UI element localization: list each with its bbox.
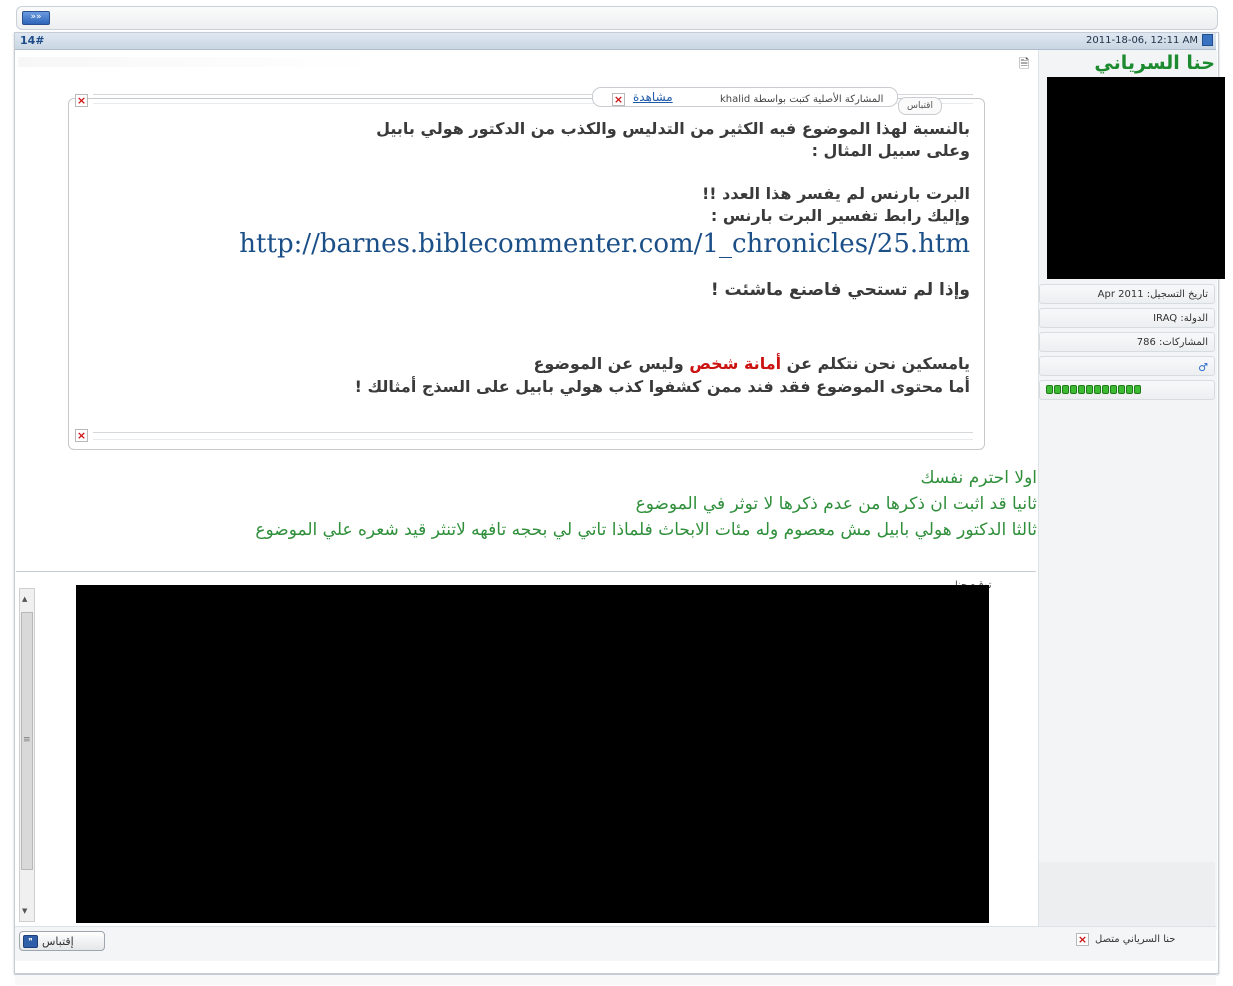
quote-text: يامسكين نحن نتكلم عن: [781, 354, 970, 373]
reputation-row: [1039, 380, 1215, 400]
post-count-row: المشاركات: 786: [1039, 332, 1215, 352]
reputation-pip: [1134, 385, 1141, 394]
quote-line: وإذا لم تستحي فاصنع ماشئت !: [710, 280, 970, 300]
scroll-up-arrow-icon[interactable]: ▲: [22, 595, 27, 603]
quote-line: بالنسبة لهذا الموضوع فيه الكثير من التدل…: [376, 119, 970, 138]
broken-image-icon: ×: [75, 429, 88, 442]
reputation-pip: [1062, 385, 1069, 394]
user-avatar: [1047, 77, 1225, 279]
reputation-pip: [1070, 385, 1077, 394]
reputation-pip: [1110, 385, 1117, 394]
reputation-pip: [1094, 385, 1101, 394]
signature-separator: [16, 571, 1036, 572]
highlighted-text: أمانة شخص: [689, 354, 782, 373]
quote-author-text: المشاركة الأصلية كتبت بواسطة khalid: [720, 94, 884, 105]
top-navigation-strip: [16, 6, 1218, 30]
reputation-pip: [1078, 385, 1085, 394]
join-date-row: تاريخ التسجيل: Apr 2011: [1039, 284, 1215, 304]
signature-image: [76, 585, 989, 923]
reputation-pip: [1054, 385, 1061, 394]
online-status-icon: ×: [1076, 933, 1089, 946]
post-date-text: 2011-18-06, 12:11 AM: [1086, 34, 1198, 46]
reputation-bar: [1046, 381, 1208, 394]
post-document-icon: 🗎: [1019, 57, 1030, 72]
reputation-pip: [1102, 385, 1109, 394]
next-arrow-icon[interactable]: »»: [22, 11, 50, 25]
reply-line: ثالثا الدكتور هولي بابيل مش معصوم وله مئ…: [255, 520, 1037, 540]
reply-line: اولا احترم نفسك: [920, 468, 1037, 488]
reputation-pip: [1086, 385, 1093, 394]
broken-image-icon: ×: [612, 93, 625, 106]
reputation-pip: [1126, 385, 1133, 394]
online-status-text: حنا السرياني متصل: [1095, 934, 1176, 945]
post-number-link[interactable]: 14#: [20, 34, 45, 47]
quote-button[interactable]: ❞ إقتباس: [19, 931, 105, 951]
barnes-commentary-link[interactable]: http://barnes.biblecommenter.com/1_chron…: [239, 229, 970, 259]
bottom-strip: [15, 974, 1216, 985]
gender-row: ♂: [1039, 356, 1215, 376]
quote-line: وإليك رابط تفسير البرت بارنس :: [710, 206, 970, 225]
post-header-bar: [15, 33, 1216, 50]
scroll-down-arrow-icon[interactable]: ▼: [22, 907, 27, 915]
username-link[interactable]: حنا السرياني: [1094, 52, 1215, 74]
quote-button-label: إقتباس: [42, 934, 74, 948]
quote-bottom-border: [93, 432, 973, 440]
online-status: × حنا السرياني متصل: [1076, 933, 1175, 946]
quote-text: وليس عن الموضوع: [533, 354, 690, 373]
scrollbar-grip-icon: ≡: [23, 735, 31, 745]
broken-image-icon: ×: [75, 94, 88, 107]
post-status-icon: [1202, 34, 1213, 46]
quote-line: وعلى سبيل المثال :: [811, 141, 970, 160]
reputation-pip: [1118, 385, 1125, 394]
post-footer: [15, 926, 1216, 961]
country-row: الدولة: IRAQ: [1039, 308, 1215, 328]
post-title-area: [18, 57, 378, 67]
reputation-pip: [1046, 385, 1053, 394]
quote-line-highlight: يامسكين نحن نتكلم عن أمانة شخص وليس عن ا…: [534, 354, 971, 373]
quote-line: أما محتوى الموضوع فقد فند ممن كشفوا كذب …: [354, 377, 970, 396]
male-icon: ♂: [1198, 361, 1208, 374]
quote-icon: ❞: [23, 934, 38, 948]
quote-line: البرت بارنس لم يفسر هذا العدد !!: [701, 184, 970, 203]
view-post-link[interactable]: مشاهدة: [633, 90, 673, 104]
quote-tab-label: اقتباس: [898, 97, 942, 115]
post-date: 2011-18-06, 12:11 AM: [1086, 34, 1213, 46]
reply-line: ثانيا قد اثبت ان ذكرها من عدم ذكرها لا ت…: [635, 494, 1037, 514]
sidebar-footer: [1039, 862, 1215, 928]
